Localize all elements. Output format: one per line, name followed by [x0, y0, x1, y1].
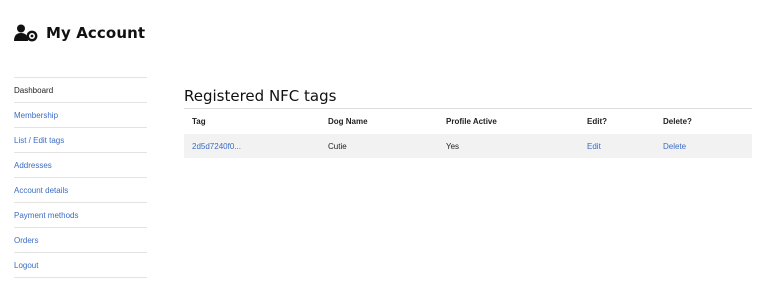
edit-cell: Edit: [587, 134, 663, 158]
table-row: 2d5d7240f0... Cutie Yes Edit Delete: [184, 134, 752, 158]
dog-name-cell: Cutie: [328, 141, 347, 151]
sidebar-item-payment-methods[interactable]: Payment methods: [14, 203, 147, 228]
account-sidebar: Dashboard Membership List / Edit tags Ad…: [14, 77, 147, 278]
sidebar-item-logout[interactable]: Logout: [14, 253, 147, 278]
column-header-dog-name: Dog Name: [328, 117, 368, 126]
tag-id-link[interactable]: 2d5d7240f0...: [192, 142, 241, 151]
sidebar-item-label: Payment methods: [14, 210, 79, 220]
sidebar-item-membership[interactable]: Membership: [14, 103, 147, 128]
column-header-profile-active: Profile Active: [446, 117, 497, 126]
sidebar-item-account-details[interactable]: Account details: [14, 178, 147, 203]
sidebar-item-label: List / Edit tags: [14, 135, 65, 145]
edit-link[interactable]: Edit: [587, 142, 601, 151]
page-title: My Account: [46, 24, 146, 42]
sidebar-item-label: Logout: [14, 260, 39, 270]
table-header-row: Tag Dog Name Profile Active Edit? Delete…: [184, 109, 752, 134]
nfc-tags-table: Tag Dog Name Profile Active Edit? Delete…: [184, 109, 752, 158]
sidebar-item-dashboard[interactable]: Dashboard: [14, 78, 147, 103]
sidebar-item-label: Account details: [14, 185, 69, 195]
sidebar-item-list-edit-tags[interactable]: List / Edit tags: [14, 128, 147, 153]
user-settings-icon: [14, 24, 38, 42]
section-heading: Registered NFC tags: [184, 86, 752, 109]
sidebar-item-addresses[interactable]: Addresses: [14, 153, 147, 178]
sidebar-item-label: Addresses: [14, 160, 52, 170]
sidebar-item-label: Membership: [14, 110, 59, 120]
sidebar-item-label: Orders: [14, 235, 39, 245]
account-header: My Account: [14, 22, 145, 44]
tag-cell: 2d5d7240f0...: [184, 134, 328, 158]
column-header-edit: Edit?: [587, 117, 607, 126]
column-header-delete: Delete?: [663, 117, 692, 126]
delete-cell: Delete: [663, 134, 752, 158]
column-header-tag: Tag: [192, 117, 206, 126]
main-content: Registered NFC tags Tag Dog Name Profile…: [184, 86, 752, 158]
profile-active-cell: Yes: [446, 141, 460, 151]
sidebar-item-label: Dashboard: [14, 85, 54, 95]
sidebar-item-orders[interactable]: Orders: [14, 228, 147, 253]
delete-link[interactable]: Delete: [663, 142, 686, 151]
